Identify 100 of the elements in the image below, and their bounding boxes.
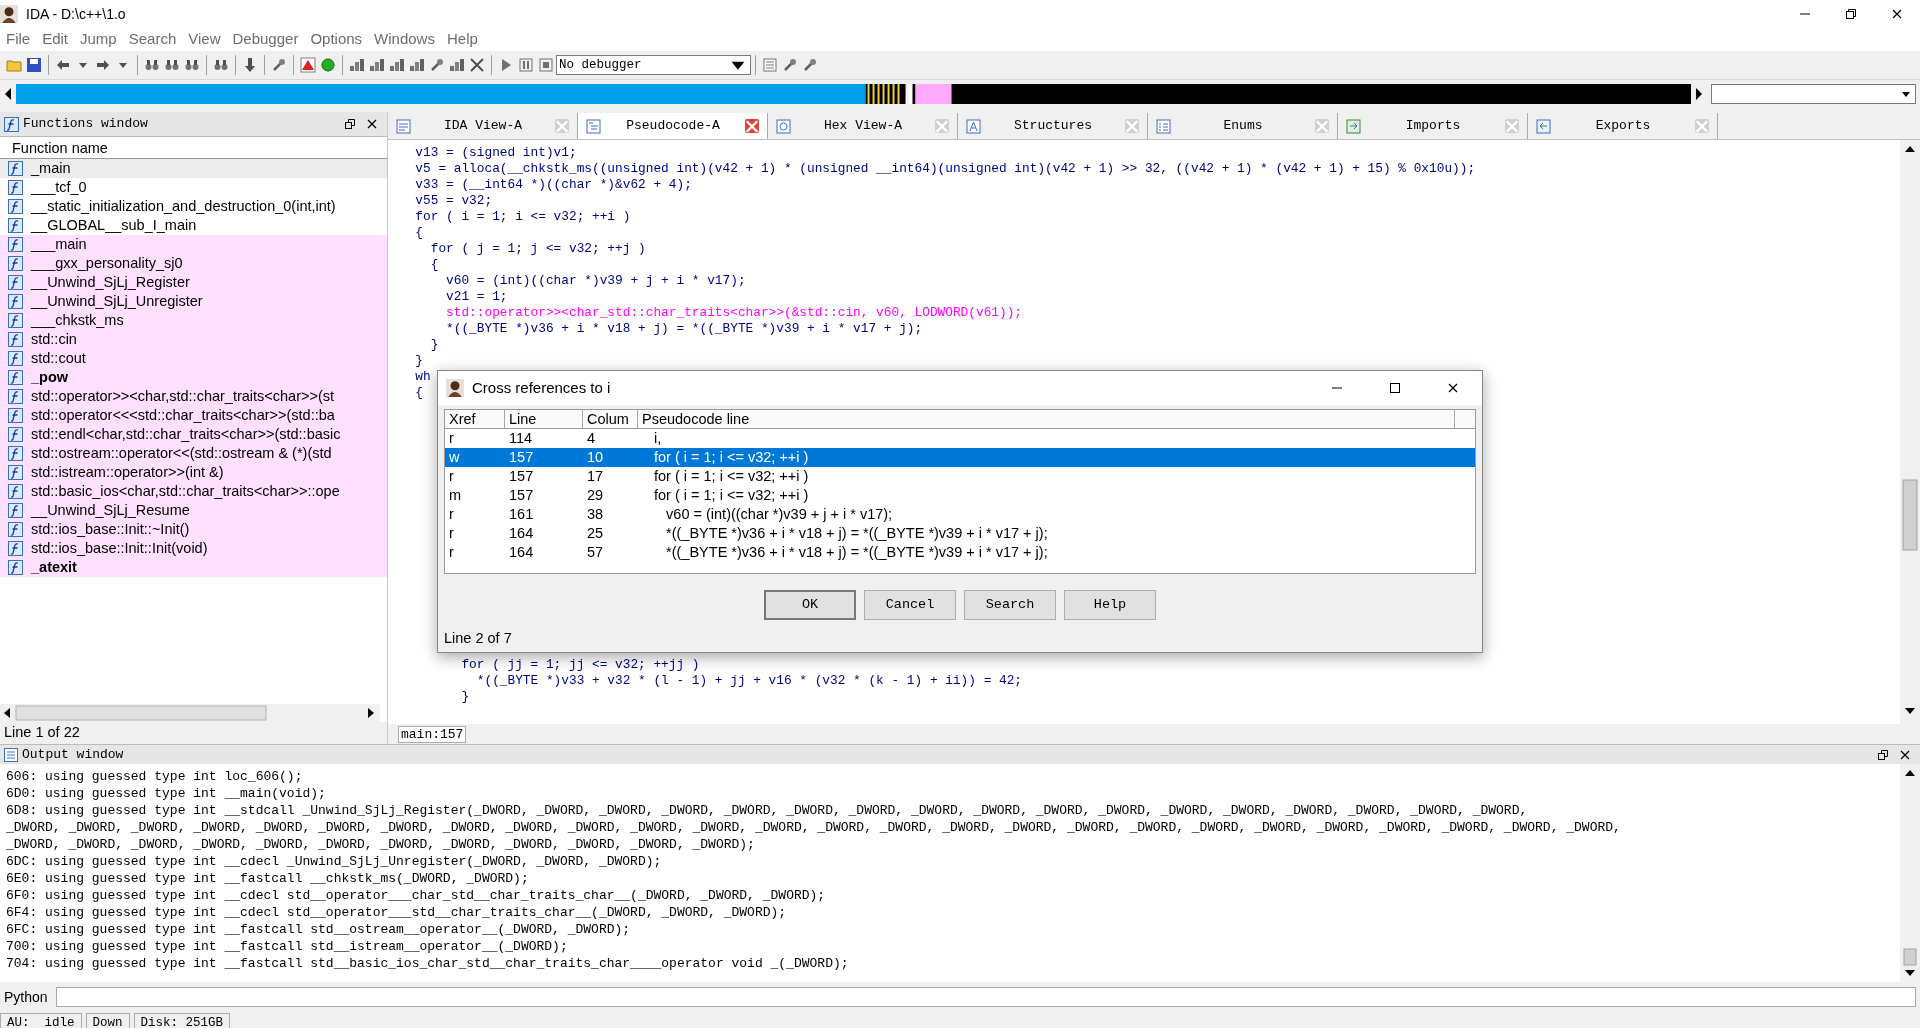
table-cell-text: 29 [586,486,605,505]
xref-row[interactable]: r 114 4 i, [445,429,1475,448]
dialog-button[interactable]: Cancel [864,590,956,620]
code-line: v33 = (__int64 *)((char *)&v62 + 4); [414,177,692,193]
pause-icon[interactable] [518,57,534,73]
table-cell-text: for ( i = 1; i <= v32; ++i ) [653,448,810,467]
tab[interactable]: Pseudocode-A [578,113,768,139]
menu-item[interactable]: Search [122,28,183,51]
function-row[interactable]: ___tcf_0 [0,178,387,197]
scroll-left-icon[interactable] [4,87,12,101]
function-row[interactable]: _atexit [0,558,387,577]
column-header[interactable]: Line [505,410,583,428]
table-cell-text: w [448,448,461,467]
menu-item[interactable]: Edit [36,28,75,51]
graph-icon[interactable] [349,57,365,73]
tool-icon[interactable] [429,57,445,73]
vertical-scrollbar[interactable] [1900,764,1920,982]
dialog-button[interactable]: Search [964,590,1056,620]
binoculars-icon[interactable] [184,57,200,73]
save-icon[interactable] [26,57,42,73]
function-row[interactable]: std::ios_base::Init::~Init() [0,520,387,539]
xref-row[interactable]: m 157 29 for ( i = 1; i <= v32; ++i ) [445,486,1475,505]
tool-icon[interactable] [782,57,798,73]
letter-icon [966,118,981,134]
function-row[interactable]: __Unwind_SjLj_Unregister [0,292,387,311]
caret-icon [1901,89,1911,99]
function-row[interactable]: std::ios_base::Init::Init(void) [0,539,387,558]
table-cell-text: for ( i = 1; i <= v32; ++i ) [653,467,810,486]
function-row[interactable]: __Unwind_SjLj_Resume [0,501,387,520]
menu-item[interactable]: Help [440,28,484,51]
cross-icon[interactable] [469,57,485,73]
function-row[interactable]: std::istream::operator>>(int &) [0,463,387,482]
dialog-button[interactable]: Help [1064,590,1156,620]
function-row[interactable]: __Unwind_SjLj_Register [0,273,387,292]
tool-icon[interactable] [271,57,287,73]
function-icon [8,465,23,480]
xref-row[interactable]: r 164 57 *((_BYTE *)v36 + i * v18 + j) = *((_BYTE *)v39 + i * v17 + j); [445,543,1475,562]
column-header[interactable]: Xref [445,410,505,428]
binoculars-icon[interactable] [164,57,180,73]
function-row[interactable]: __static_initialization_and_destruction_0(int,int) [0,197,387,216]
menu-item[interactable]: View [182,28,227,51]
graph-icon[interactable] [449,57,465,73]
function-icon [8,541,23,556]
function-row[interactable]: _pow [0,368,387,387]
function-row[interactable]: std::basic_ios<char,std::char_traits<char>>::ope [0,482,387,501]
xref-row[interactable]: r 161 38 v60 = (int)((char *)v39 + j + i * v17); [445,505,1475,524]
horizontal-scrollbar[interactable] [0,704,380,722]
output-line: 6D8: using guessed type int __stdcall _Unwind_SjLj_Register(_DWORD, _DWORD, _DWORD, _DWORD, _DWORD, _DWORD, _DWORD, _DWORD, _DWORD, _DWORD, _DWORD, _DWORD, _DWORD, _DWORD, _DWORD, _DWORD, _DWORD, [5,802,1529,819]
table-cell-text: r [448,505,455,524]
function-icon [8,294,23,309]
function-row[interactable]: std::ostream::operator<<(std::ostream & (*)(std [0,444,387,463]
function-row[interactable]: ___main [0,235,387,254]
dot-icon[interactable] [320,57,336,73]
navigation-band[interactable] [16,84,1692,104]
graph-icon[interactable] [389,57,405,73]
code-line: for ( i = 1; i <= v32; ++i ) [414,209,631,225]
menu-item[interactable]: Windows [368,28,441,51]
xref-row[interactable]: r 157 17 for ( i = 1; i <= v32; ++i ) [445,467,1475,486]
function-row[interactable]: std::operator>><char,std::char_traits<char>>(st [0,387,387,406]
menu-item[interactable]: File [0,28,37,51]
function-icon [8,446,23,461]
binoculars-icon[interactable] [213,57,229,73]
xref-row[interactable]: r 164 25 *((_BYTE *)v36 + i * v18 + j) = *((_BYTE *)v39 + i * v17 + j); [445,524,1475,543]
code-line: std::operator>><char_std::char_traits<char>>(&std::cin, v60, LODWORD(v61)); [445,305,1023,321]
menu-item[interactable]: Jump [74,28,123,51]
function-row[interactable]: std::operator<<<std::char_traits<char>>(std::ba [0,406,387,425]
graph-icon[interactable] [369,57,385,73]
column-header[interactable]: Colum [583,410,638,428]
function-row[interactable]: std::endl<char,std::char_traits<char>>(std::basic [0,425,387,444]
table-cell-text: 157 [508,448,535,467]
segment-select[interactable] [1711,84,1916,104]
command-input-field[interactable] [55,987,1916,1007]
code-line: for ( jj = 1; jj <= v32; ++jj ) [460,657,700,673]
table-cell-text: i, [653,429,663,448]
dialog-button[interactable]: OK [764,590,856,620]
forward-arrow-icon[interactable] [95,57,111,73]
function-row[interactable]: __GLOBAL__sub_I_main [0,216,387,235]
function-row[interactable]: ___chkstk_ms [0,311,387,330]
menu-item[interactable]: Debugger [226,28,305,51]
menu-item[interactable]: Options [304,28,369,51]
person-icon [0,5,18,23]
table-cell-text: *((_BYTE *)v36 + i * v18 + j) = *((_BYTE *)v39 + i * v17 + j); [665,524,1049,543]
warning-icon[interactable] [300,57,316,73]
scroll-right-icon[interactable] [1695,87,1704,101]
xref-row[interactable]: w 157 10 for ( i = 1; i <= v32; ++i ) [445,448,1475,467]
debugger-select[interactable]: No debugger [556,55,751,75]
output-line: 6DC: using guessed type int __cdecl _Unwind_SjLj_Unregister(_DWORD, _DWORD, _DWORD); [5,853,663,870]
function-row[interactable]: std::cin [0,330,387,349]
down-arrow-icon[interactable] [242,57,258,73]
stop-icon[interactable] [538,57,554,73]
binoculars-icon[interactable] [144,57,160,73]
table-cell-text: r [448,429,455,448]
graph-icon[interactable] [409,57,425,73]
function-row[interactable]: std::cout [0,349,387,368]
status-text: Line 2 of 7 [444,630,512,646]
code-line: { [414,225,424,241]
column-header[interactable]: Pseudocode line [638,410,1455,428]
function-row[interactable]: _main [0,159,387,178]
function-row[interactable]: ___gxx_personality_sj0 [0,254,387,273]
tool-icon[interactable] [802,57,818,73]
